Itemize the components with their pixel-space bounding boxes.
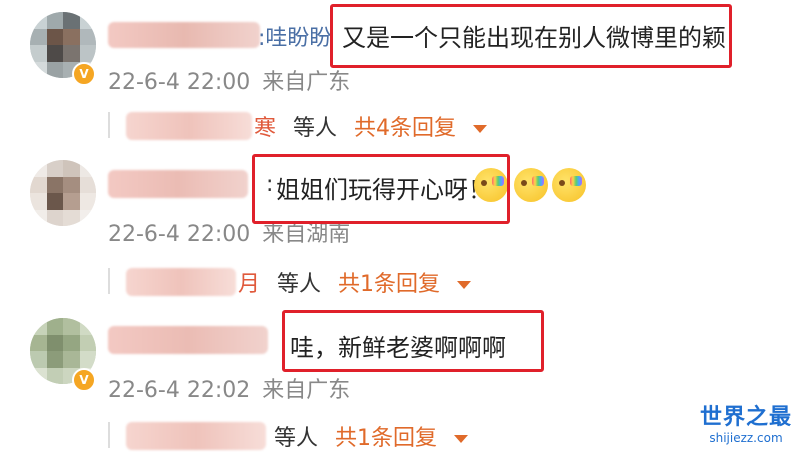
comment-source: 来自广东: [262, 378, 351, 403]
reply-summary[interactable]: 等人 共1条回复: [108, 420, 469, 452]
reply-summary[interactable]: 寒 等人 共4条回复: [108, 110, 488, 142]
reply-wait-label: 等人: [277, 272, 322, 297]
happy-rainbow-emoji-icon: [552, 168, 586, 202]
username-suffix[interactable]: :哇盼盼: [258, 20, 331, 52]
reply-names-redacted: [126, 422, 266, 450]
watermark-title: 世界之最: [699, 405, 792, 430]
watermark-domain: shijiezz.com: [709, 431, 783, 445]
divider: [108, 112, 110, 138]
username-redacted[interactable]: [108, 170, 248, 198]
comment-meta: 22-6-4 22:02 来自广东: [108, 372, 350, 404]
reply-summary[interactable]: 月 等人 共1条回复: [108, 266, 472, 298]
happy-rainbow-emoji-icon: [514, 168, 548, 202]
verified-badge-icon: V: [72, 62, 96, 86]
triangle-down-icon[interactable]: [457, 281, 472, 289]
highlight-box: [330, 4, 732, 68]
reply-names-redacted: [126, 112, 252, 140]
comment-date: 22-6-4 22:02: [108, 378, 251, 403]
comment-date: 22-6-4 22:00: [108, 70, 251, 95]
reply-names-redacted: [126, 268, 236, 296]
divider: [108, 268, 110, 294]
reply-count-link[interactable]: 共1条回复: [338, 272, 440, 297]
divider: [108, 422, 110, 448]
reply-count-link[interactable]: 共1条回复: [335, 426, 437, 451]
reply-count-link[interactable]: 共4条回复: [354, 116, 456, 141]
avatar[interactable]: [30, 160, 96, 226]
username-redacted[interactable]: [108, 326, 268, 354]
username-redacted[interactable]: [108, 22, 260, 48]
triangle-down-icon[interactable]: [454, 435, 469, 443]
comment-source: 来自湖南: [262, 222, 351, 247]
highlight-box: [252, 154, 510, 224]
highlight-box: [282, 310, 544, 372]
comment-meta: 22-6-4 22:00 来自广东: [108, 64, 350, 96]
site-watermark-logo: 世界之最 shijiezz.com: [700, 399, 792, 445]
comment-date: 22-6-4 22:00: [108, 222, 251, 247]
verified-badge-icon: V: [72, 368, 96, 392]
reply-name-tail: 寒: [254, 116, 277, 141]
reply-wait-label: 等人: [293, 116, 338, 141]
triangle-down-icon[interactable]: [473, 125, 488, 133]
comment-source: 来自广东: [262, 70, 351, 95]
reply-wait-label: 等人: [274, 426, 319, 451]
reply-name-tail: 月: [238, 272, 261, 297]
